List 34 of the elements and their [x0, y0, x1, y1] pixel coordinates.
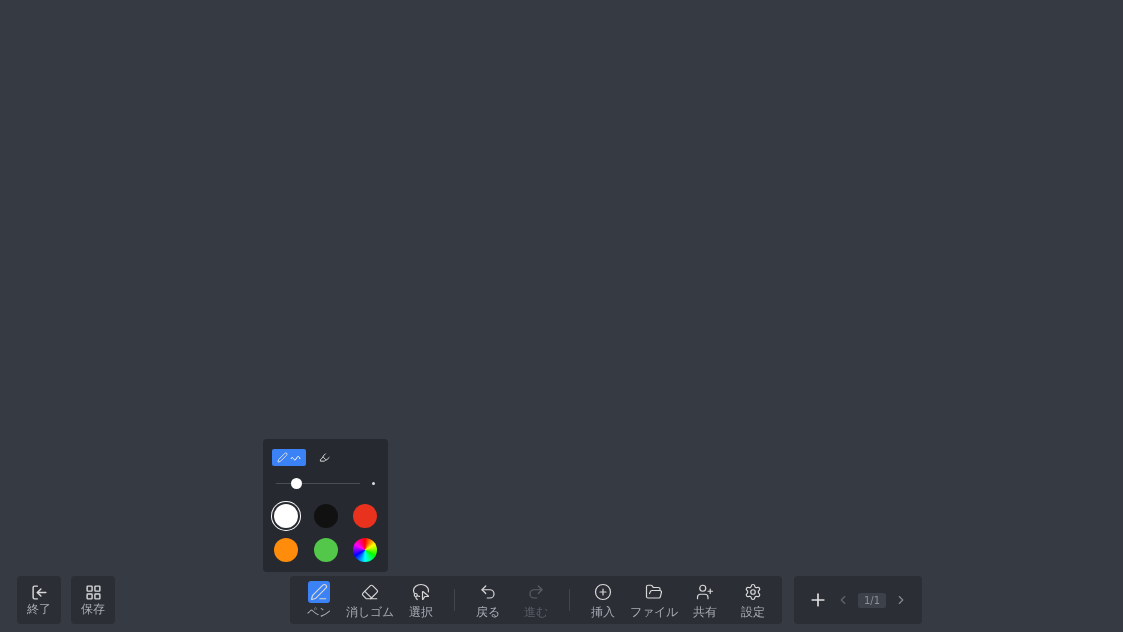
- eraser-tool[interactable]: 消しゴム: [344, 578, 396, 622]
- eraser-icon: [361, 583, 379, 601]
- color-swatch[interactable]: [274, 538, 298, 562]
- color-swatch[interactable]: [274, 504, 298, 528]
- squiggle-icon: [290, 453, 301, 462]
- settings-tool[interactable]: 設定: [730, 578, 776, 622]
- pen-tool[interactable]: ペン: [296, 578, 342, 622]
- add-user-icon: [696, 583, 714, 601]
- plus-circle-icon: [594, 583, 612, 601]
- pen-mode-button[interactable]: [272, 449, 306, 466]
- page-number: 1/1: [858, 592, 887, 608]
- select-tool[interactable]: 選択: [398, 578, 444, 622]
- undo-tool[interactable]: 戻る: [465, 578, 511, 622]
- color-swatch[interactable]: [313, 504, 338, 528]
- file-tool[interactable]: ファイル: [628, 578, 680, 622]
- share-tool[interactable]: 共有: [682, 578, 728, 622]
- save-button[interactable]: 保存: [71, 576, 115, 624]
- marker-icon: [319, 452, 330, 463]
- exit-icon: [30, 584, 48, 601]
- color-swatch[interactable]: [313, 538, 338, 562]
- insert-tool[interactable]: 挿入: [580, 578, 626, 622]
- pen-icon: [310, 583, 328, 601]
- color-swatch[interactable]: [353, 504, 377, 528]
- pen-icon: [277, 452, 288, 463]
- lasso-icon: [412, 583, 430, 601]
- dot-icon: [372, 481, 375, 485]
- slider-thumb[interactable]: [290, 477, 302, 489]
- undo-icon: [479, 583, 497, 601]
- color-swatch[interactable]: [353, 538, 377, 562]
- settings-icon: [744, 583, 762, 601]
- folder-icon: [645, 583, 663, 601]
- redo-icon: [527, 583, 545, 601]
- exit-button[interactable]: 終了: [17, 576, 61, 624]
- grid-icon: [84, 584, 102, 601]
